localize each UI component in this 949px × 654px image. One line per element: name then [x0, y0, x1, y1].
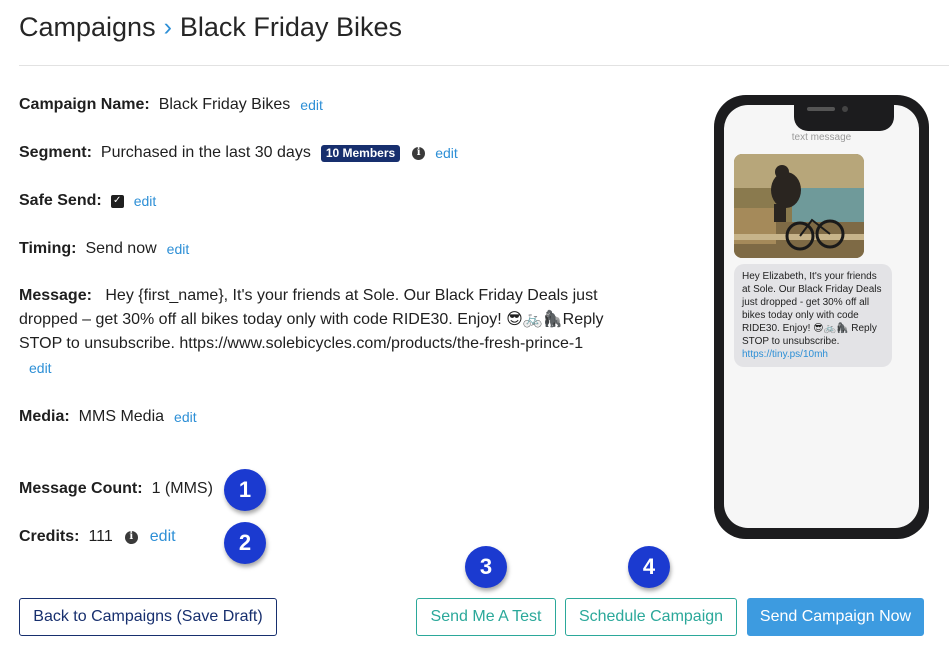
phone-camera: [842, 106, 848, 112]
message-value: Hey {first_name}, It's your friends at S…: [19, 287, 604, 352]
message-count-label: Message Count:: [19, 480, 143, 497]
step-marker-2: 2: [224, 522, 266, 564]
breadcrumb-campaigns-link[interactable]: Campaigns: [19, 12, 156, 43]
sms-header: text message: [791, 132, 852, 143]
mms-media-image: [734, 154, 864, 258]
message-count-value: 1 (MMS): [151, 480, 213, 497]
sms-message-bubble: Hey Elizabeth, It's your friends at Sole…: [734, 264, 892, 367]
media-edit-link[interactable]: edit: [174, 405, 197, 429]
campaign-name-value: Black Friday Bikes: [158, 96, 291, 113]
media-row: Media: MMS Media edit: [19, 405, 197, 429]
members-badge: 10 Members: [320, 144, 401, 162]
credits-value: 111: [88, 528, 113, 545]
message-count-row: Message Count: 1 (MMS): [19, 477, 213, 501]
safe-send-row: Safe Send: ✓ edit: [19, 189, 156, 213]
schedule-campaign-button[interactable]: Schedule Campaign: [565, 598, 737, 636]
phone-preview: text message Hey Elizabeth, It's your fr…: [714, 95, 929, 539]
back-to-campaigns-button[interactable]: Back to Campaigns (Save Draft): [19, 598, 277, 636]
segment-value: Purchased in the last 30 days: [100, 144, 311, 161]
credits-edit-link[interactable]: edit: [150, 525, 176, 549]
credits-label: Credits:: [19, 528, 80, 545]
timing-label: Timing:: [19, 240, 77, 257]
header-divider: [19, 65, 949, 66]
segment-row: Segment: Purchased in the last 30 days 1…: [19, 141, 458, 165]
phone-screen: text message Hey Elizabeth, It's your fr…: [724, 105, 919, 528]
sms-short-link[interactable]: https://tiny.ps/10mh: [742, 348, 884, 361]
info-icon[interactable]: i: [412, 146, 426, 160]
timing-edit-link[interactable]: edit: [167, 237, 190, 261]
safe-send-checkbox[interactable]: ✓: [110, 194, 124, 208]
phone-speaker: [807, 107, 835, 111]
message-edit-link[interactable]: edit: [29, 360, 52, 376]
segment-label: Segment:: [19, 144, 92, 161]
send-campaign-now-button[interactable]: Send Campaign Now: [747, 598, 924, 636]
safe-send-edit-link[interactable]: edit: [134, 189, 157, 213]
campaign-name-edit-link[interactable]: edit: [300, 93, 323, 117]
media-label: Media:: [19, 408, 70, 425]
timing-row: Timing: Send now edit: [19, 237, 189, 261]
timing-value: Send now: [85, 240, 157, 257]
campaign-name-label: Campaign Name:: [19, 96, 150, 113]
page-title: Black Friday Bikes: [179, 12, 402, 42]
info-icon[interactable]: i: [124, 530, 138, 544]
segment-edit-link[interactable]: edit: [435, 141, 458, 165]
step-marker-3: 3: [465, 546, 507, 588]
breadcrumb: Campaigns › Black Friday Bikes: [19, 12, 402, 43]
sms-message-text: Hey Elizabeth, It's your friends at Sole…: [742, 271, 882, 347]
safe-send-label: Safe Send:: [19, 192, 102, 209]
step-marker-4: 4: [628, 546, 670, 588]
campaign-name-row: Campaign Name: Black Friday Bikes edit: [19, 93, 323, 117]
media-value: MMS Media: [78, 408, 165, 425]
send-test-button[interactable]: Send Me A Test: [416, 598, 556, 636]
chevron-right-icon: ›: [163, 13, 172, 41]
credits-row: Credits: 111 i edit: [19, 525, 176, 549]
message-row: Message: Hey {first_name}, It's your fri…: [19, 284, 614, 381]
message-label: Message:: [19, 287, 92, 304]
step-marker-1: 1: [224, 469, 266, 511]
